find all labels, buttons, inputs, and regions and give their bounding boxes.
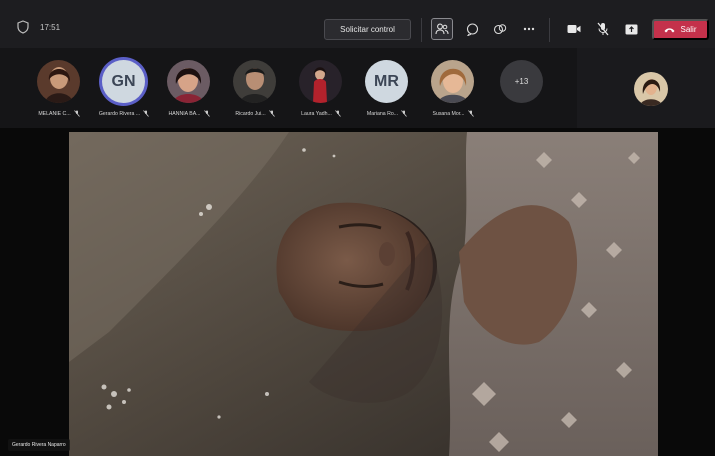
avatar: MR — [365, 60, 408, 103]
camera-icon — [567, 25, 581, 33]
more-options-button[interactable] — [518, 18, 540, 40]
self-avatar[interactable] — [634, 72, 668, 106]
mic-off-icon — [597, 22, 609, 36]
share-screen-button[interactable] — [620, 18, 642, 40]
participant-label: Gerardo Rivera ... — [89, 110, 159, 117]
participant-label: HANNIA BA... — [154, 110, 224, 117]
toolbar-divider — [549, 18, 550, 42]
mic-off-icon — [335, 110, 341, 117]
mic-off-icon — [401, 110, 407, 117]
mic-off-icon — [268, 110, 275, 117]
mic-button[interactable] — [592, 18, 614, 40]
participant-label: Ricardo Jui... — [220, 110, 290, 117]
more-options-icon — [523, 27, 535, 31]
participant-label: Susana Mor... — [418, 110, 488, 117]
meeting-toolbar: 17:51 Solicitar control Salir — [0, 0, 715, 48]
speaker-name-tag: Gerardo Rivera Naparro — [8, 439, 70, 451]
main-stage — [0, 128, 715, 456]
camera-button[interactable] — [563, 18, 585, 40]
leave-label: Salir — [680, 25, 697, 34]
shield-icon — [17, 20, 29, 34]
avatar: GN — [102, 60, 145, 103]
reactions-icon — [493, 23, 507, 34]
people-button[interactable] — [431, 18, 453, 40]
leave-button[interactable]: Salir — [652, 19, 709, 40]
participant-label: Mariana Ro... — [352, 110, 422, 117]
reactions-button[interactable] — [489, 18, 511, 40]
more-participants-button[interactable]: +13 — [500, 60, 543, 103]
mic-off-icon — [203, 110, 210, 117]
avatar — [37, 60, 80, 103]
meeting-timer: 17:51 — [40, 23, 61, 32]
share-screen-icon — [625, 24, 637, 34]
participant-label: MELANIE C... — [24, 110, 94, 117]
chat-button[interactable] — [461, 18, 483, 40]
avatar — [299, 60, 342, 103]
toolbar-divider — [421, 18, 422, 42]
participants-gallery: MELANIE C... GN Gerardo Rivera ... HANNI… — [0, 48, 577, 128]
participant-label: Laura Yadh... — [286, 110, 356, 117]
avatar — [167, 60, 210, 103]
avatar — [233, 60, 276, 103]
people-icon — [435, 23, 449, 35]
shared-video — [69, 132, 658, 456]
avatar — [431, 60, 474, 103]
request-control-button[interactable]: Solicitar control — [324, 19, 411, 40]
mic-off-icon — [467, 110, 474, 117]
chat-icon — [466, 22, 478, 36]
mic-off-icon — [73, 110, 80, 117]
mic-off-icon — [143, 110, 149, 117]
phone-hangup-icon — [664, 27, 675, 32]
